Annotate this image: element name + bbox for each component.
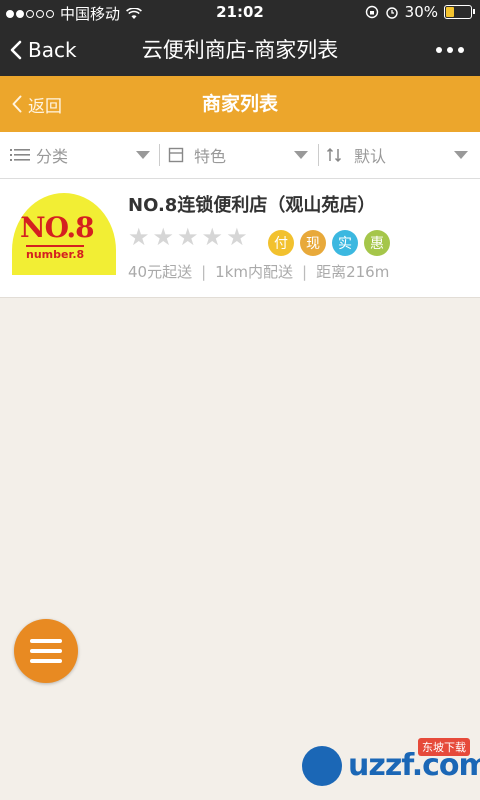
watermark-logo: uzzf.com 东坡下载 bbox=[302, 738, 480, 792]
more-menu-icon[interactable] bbox=[436, 24, 464, 76]
page-title: 商家列表 bbox=[201, 93, 278, 115]
divider bbox=[318, 144, 319, 166]
menu-icon-line bbox=[30, 639, 62, 643]
badge-discount: 惠 bbox=[364, 230, 390, 256]
meta-divider: | bbox=[302, 263, 308, 281]
battery-icon bbox=[444, 5, 475, 19]
menu-icon-line bbox=[30, 659, 62, 663]
orientation-lock-icon bbox=[365, 5, 378, 19]
menu-fab-button[interactable] bbox=[14, 619, 78, 683]
delivery-range: 1km内配送 bbox=[215, 263, 293, 281]
nav-bar: 云便利商店-商家列表 Back bbox=[0, 24, 480, 76]
store-name: NO.8连锁便利店（观山苑店） bbox=[128, 195, 376, 216]
filter-sort-label: 默认 bbox=[354, 147, 387, 166]
status-bar: 中国移动 21:02 30% bbox=[0, 0, 480, 24]
filter-category-label: 分类 bbox=[36, 147, 69, 166]
watermark-emblem-icon bbox=[302, 746, 342, 786]
menu-icon-line bbox=[30, 649, 62, 653]
battery-percent: 30% bbox=[404, 3, 438, 21]
chevron-down-icon bbox=[454, 151, 468, 159]
star-icon: ★ bbox=[128, 223, 150, 251]
filter-sort[interactable]: 默认 bbox=[326, 132, 474, 178]
filter-category[interactable]: 分类 bbox=[10, 132, 158, 178]
distance: 距离216m bbox=[316, 263, 390, 281]
filter-bar: 分类 特色 默认 bbox=[0, 132, 480, 179]
rating-stars: ★ ★ ★ ★ ★ bbox=[128, 225, 248, 249]
page-header: 商家列表 返回 bbox=[0, 76, 480, 132]
badge-real: 实 bbox=[332, 230, 358, 256]
chevron-down-icon bbox=[136, 151, 150, 159]
star-icon: ★ bbox=[177, 223, 199, 251]
status-right: 30% bbox=[365, 3, 475, 21]
chevron-down-icon bbox=[294, 151, 308, 159]
alarm-icon bbox=[385, 7, 398, 19]
store-list-item[interactable]: NO.8 number.8 NO.8连锁便利店（观山苑店） ★ ★ ★ ★ ★ … bbox=[0, 179, 480, 298]
back-label: Back bbox=[28, 38, 77, 62]
chevron-left-icon bbox=[10, 40, 22, 60]
store-meta: 40元起送 | 1km内配送 | 距离216m bbox=[128, 261, 389, 282]
list-icon bbox=[10, 149, 30, 161]
badge-cash: 现 bbox=[300, 230, 326, 256]
logo-text: NO.8 bbox=[20, 211, 95, 244]
star-icon: ★ bbox=[226, 223, 248, 251]
watermark-tag: 东坡下载 bbox=[418, 738, 470, 756]
chevron-left-icon bbox=[12, 95, 22, 113]
min-order: 40元起送 bbox=[128, 263, 193, 281]
filter-feature-label: 特色 bbox=[194, 147, 227, 166]
back-button[interactable]: Back bbox=[10, 24, 77, 76]
store-logo: NO.8 number.8 bbox=[12, 193, 116, 275]
store-badges: 付 现 实 惠 bbox=[268, 230, 390, 256]
badge-pay: 付 bbox=[268, 230, 294, 256]
star-icon: ★ bbox=[152, 223, 175, 251]
star-icon: ★ bbox=[201, 223, 224, 251]
filter-feature[interactable]: 特色 bbox=[168, 132, 316, 178]
sort-icon bbox=[326, 147, 342, 163]
return-button[interactable]: 返回 bbox=[12, 76, 62, 132]
divider bbox=[159, 144, 160, 166]
meta-divider: | bbox=[201, 263, 207, 281]
tag-icon bbox=[168, 147, 184, 163]
logo-subtext: number.8 bbox=[26, 245, 85, 261]
return-label: 返回 bbox=[28, 96, 62, 117]
